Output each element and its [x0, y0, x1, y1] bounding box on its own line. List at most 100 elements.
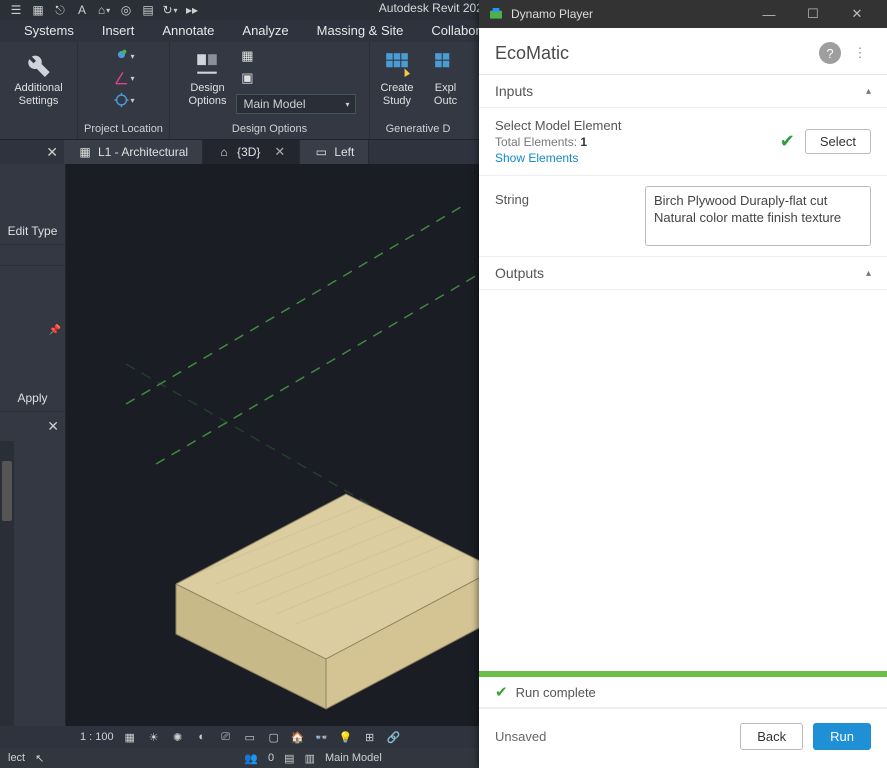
chevron-up-icon: ▴ — [866, 268, 871, 279]
properties-scrollbar[interactable] — [0, 441, 14, 726]
panel-icon[interactable]: ▤ — [140, 2, 156, 18]
show-elements-link[interactable]: Show Elements — [495, 151, 770, 165]
view-tab-label: L1 - Architectural — [98, 145, 188, 159]
run-button[interactable]: Run — [813, 723, 871, 750]
design-options-button[interactable]: Design Options — [183, 44, 233, 111]
ribbon-group-generative: Create Study Expl Outc Generative D — [370, 42, 466, 139]
design-options-label: Design Options — [189, 82, 227, 107]
tab-systems[interactable]: Systems — [10, 20, 88, 42]
ribbon-group-label — [37, 121, 40, 139]
design-option-status-icon[interactable]: ▥ — [305, 752, 315, 765]
editable-only-icon[interactable]: ▤ — [284, 752, 294, 765]
grid-explore-icon — [430, 48, 462, 80]
sun-path-icon[interactable]: ✺ — [170, 729, 186, 745]
sync-icon[interactable]: ↻▾ — [162, 2, 178, 18]
design-options-group-label: Design Options — [232, 121, 307, 139]
ribbon-group-design-options: Design Options ▦ ▣ Main Model ▾ Design O… — [170, 42, 370, 139]
select-model-element-row: Select Model Element Total Elements: 1 S… — [479, 108, 887, 176]
view-tab-left[interactable]: ▭ Left — [300, 140, 369, 164]
scale-value[interactable]: 1 : 100 — [80, 731, 114, 743]
minimize-button[interactable]: — — [747, 0, 791, 28]
temp-hide-icon[interactable]: 👓 — [314, 729, 330, 745]
tab-annotate[interactable]: Annotate — [148, 20, 228, 42]
pick-to-edit-icon[interactable]: ▣ — [236, 68, 258, 88]
add-to-set-icon[interactable]: ▦ — [236, 46, 258, 66]
visual-style-icon[interactable]: ☀ — [146, 729, 162, 745]
project-location-label: Project Location — [84, 121, 163, 139]
coordinates-icon[interactable]: ▾ — [113, 68, 135, 88]
check-icon: ✔ — [780, 131, 795, 152]
crop-icon[interactable]: ▭ — [242, 729, 258, 745]
tab-massing-site[interactable]: Massing & Site — [303, 20, 418, 42]
main-model-label: Main Model — [243, 97, 305, 111]
dynamo-titlebar[interactable]: Dynamo Player — ☐ ✕ — [479, 0, 887, 28]
lock-3d-icon[interactable]: 🏠 — [290, 729, 306, 745]
close-icon[interactable]: ✕ — [47, 418, 59, 435]
script-title: EcoMatic — [495, 43, 811, 64]
qa-icon[interactable]: ☰ — [8, 2, 24, 18]
dynamo-header: EcoMatic ? ⋮ — [479, 28, 887, 75]
reveal-constraints-icon[interactable]: 🔗 — [386, 729, 402, 745]
link-icon[interactable]: ⎋ — [52, 2, 68, 18]
close-tab-icon[interactable]: ✕ — [274, 144, 285, 160]
view-tab-l1[interactable]: ▦ L1 - Architectural — [64, 140, 203, 164]
inputs-section-header[interactable]: Inputs ▴ — [479, 75, 887, 108]
location-icon[interactable]: ▾ — [113, 46, 135, 66]
crop-region-icon[interactable]: ▢ — [266, 729, 282, 745]
grid-study-icon — [381, 48, 413, 80]
create-study-label: Create Study — [380, 82, 413, 107]
ribbon-group-project-location: ▾ ▾ ▾ Project Location — [78, 42, 170, 139]
string-label: String — [495, 186, 635, 207]
chevron-up-icon: ▴ — [866, 86, 871, 97]
tab-insert[interactable]: Insert — [88, 20, 149, 42]
string-input-row: String Birch Plywood Duraply-flat cut Na… — [479, 176, 887, 257]
pin-icon[interactable]: 📌 — [49, 325, 61, 345]
additional-settings-label: Additional Settings — [14, 82, 62, 107]
thumbnail-icon[interactable]: ▦ — [30, 2, 46, 18]
apply-button[interactable]: Apply — [0, 385, 65, 412]
model-element-wood-slab[interactable] — [146, 474, 506, 726]
text-icon[interactable]: A — [74, 2, 90, 18]
properties-panel-close-area: ✕ — [0, 144, 64, 161]
outputs-body — [479, 290, 887, 671]
back-button[interactable]: Back — [740, 723, 803, 750]
explore-outcomes-button[interactable]: Expl Outc — [424, 44, 462, 111]
select-label: lect — [8, 752, 25, 764]
more-menu-icon[interactable]: ⋮ — [849, 42, 871, 64]
position-icon[interactable]: ▾ — [113, 90, 135, 110]
select-model-element-label: Select Model Element — [495, 118, 770, 133]
outputs-section-header[interactable]: Outputs ▴ — [479, 257, 887, 290]
workset-icon[interactable]: 👥 — [244, 752, 258, 765]
explore-outcomes-label: Expl Outc — [434, 82, 457, 107]
shadows-icon[interactable]: ◐ — [194, 729, 210, 745]
rendering-icon[interactable]: ⎚ — [218, 729, 234, 745]
scrollbar-thumb[interactable] — [2, 461, 12, 521]
additional-settings-button[interactable]: Additional Settings — [8, 44, 68, 111]
wrench-icon — [22, 48, 54, 80]
workset-count: 0 — [268, 752, 274, 764]
edit-type-button[interactable]: Edit Type — [0, 218, 65, 245]
inputs-label: Inputs — [495, 83, 533, 99]
overflow-icon[interactable]: ▸▸ — [184, 2, 200, 18]
worksharing-icon[interactable]: ⊞ — [362, 729, 378, 745]
select-button[interactable]: Select — [805, 129, 871, 154]
tab-analyze[interactable]: Analyze — [228, 20, 302, 42]
close-button[interactable]: ✕ — [835, 0, 879, 28]
total-elements-text: Total Elements: 1 — [495, 135, 770, 149]
close-icon[interactable]: ✕ — [46, 144, 58, 161]
view-tab-label: Left — [334, 145, 354, 159]
reveal-hidden-icon[interactable]: 💡 — [338, 729, 354, 745]
view-tab-3d[interactable]: ⌂ {3D} ✕ — [203, 140, 300, 164]
help-icon[interactable]: ? — [819, 42, 841, 64]
maximize-button[interactable]: ☐ — [791, 0, 835, 28]
properties-panel: Edit Type 📌 Apply ✕ — [0, 164, 66, 726]
create-study-button[interactable]: Create Study — [374, 44, 419, 111]
ribbon-group-additional: Additional Settings — [0, 42, 78, 139]
select-cursor-icon[interactable]: ↖ — [35, 752, 44, 765]
main-model-dropdown[interactable]: Main Model ▾ — [236, 94, 356, 114]
string-input[interactable]: Birch Plywood Duraply-flat cut Natural c… — [645, 186, 871, 246]
run-status-line: ✔ Run complete — [479, 677, 887, 708]
detail-level-icon[interactable]: ▦ — [122, 729, 138, 745]
eye-icon[interactable]: ◎ — [118, 2, 134, 18]
home-icon[interactable]: ⌂▾ — [96, 2, 112, 18]
